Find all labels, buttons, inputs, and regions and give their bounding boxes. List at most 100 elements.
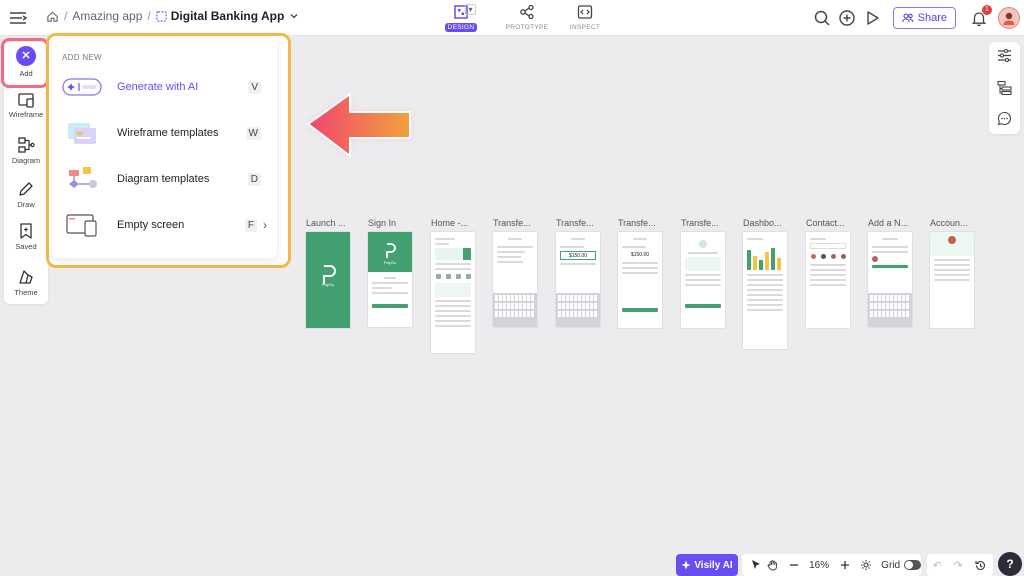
screen-label: Transfe... [681,218,719,228]
top-right-actions: Share 1 [806,0,1024,36]
diagram-templates-item[interactable]: Diagram templates D [62,164,267,194]
right-toolbar [989,42,1020,134]
share-button[interactable]: Share [892,7,956,29]
tool-saved[interactable]: Saved [4,222,48,251]
screen-label: Launch ... [306,218,346,228]
help-button[interactable]: ? [998,552,1022,576]
tool-label: Wireframe [8,110,44,119]
redo-icon[interactable]: ↷ [953,559,962,572]
breadcrumb-current[interactable]: Digital Banking App [171,9,285,23]
breadcrumb-parent[interactable]: Amazing app [72,9,142,23]
screen-transfer-2[interactable]: $150.00 [556,232,600,327]
bookmark-icon [20,223,32,239]
tool-draw[interactable]: Draw [4,180,48,209]
home-icon[interactable] [46,10,59,23]
tool-label: Draw [17,200,35,209]
diagram-icon [18,137,35,153]
code-icon [577,5,593,19]
tool-theme[interactable]: Theme [4,268,48,297]
tool-diagram[interactable]: Diagram [4,136,48,165]
screen-home[interactable] [431,232,475,353]
empty-screen-item[interactable]: Empty screen F › [62,210,267,240]
shortcut-key: D [247,172,261,186]
pencil-icon [19,182,33,196]
menu-icon[interactable] [8,8,28,28]
history-controls: ↶ ↷ [927,554,993,576]
screen-add-new[interactable] [868,232,912,327]
mode-label: DESIGN [444,23,478,32]
hand-icon[interactable] [765,557,780,573]
screen-transfer-4[interactable] [681,232,725,328]
chevron-down-icon[interactable] [289,11,299,21]
amount-display: $150.00 [560,251,596,260]
screen-label: Transfe... [618,218,656,228]
add-tool-highlight [1,38,49,88]
screen-label: Transfe... [556,218,594,228]
notifications[interactable]: 1 [970,5,992,27]
wireframe-templates-item[interactable]: Wireframe templates W [62,118,267,148]
wireframe-icon [18,93,34,108]
layers-icon[interactable] [997,80,1012,95]
wireframe-templates-icon [68,123,96,144]
grid-toggle[interactable] [904,560,921,570]
mode-inspect[interactable]: INSPECT [556,2,614,31]
app-logo-icon [386,243,396,258]
mode-label: PROTOTYPE [505,24,549,31]
item-label: Wireframe templates [117,127,219,139]
design-dropdown-icon[interactable]: ▾ [465,4,476,15]
screen-transfer-1[interactable] [493,232,537,327]
screen-label: Add a N... [868,218,909,228]
tool-label: Diagram [11,156,41,165]
panel-title: ADD NEW [62,53,102,62]
breadcrumb-separator: / [147,9,151,23]
mode-label: INSPECT [569,24,601,31]
chevron-right-icon[interactable]: › [263,218,267,232]
play-icon[interactable] [863,9,881,27]
ai-sparkle-icon [62,78,102,96]
shortcut-key: V [248,80,261,94]
shortcut-key: F [244,218,257,232]
zoom-in-icon[interactable] [837,557,852,573]
screen-contacts[interactable] [806,232,850,328]
shortcut-key: W [245,126,261,140]
history-icon[interactable] [974,559,987,572]
screen-account[interactable] [930,232,974,328]
screen-launch[interactable]: PayGo [306,232,350,328]
item-label: Generate with AI [117,81,199,93]
zoom-level[interactable]: 16% [809,560,829,571]
tool-label: Saved [15,242,37,251]
mode-design[interactable]: DESIGN [432,2,490,32]
breadcrumb-separator: / [64,9,68,23]
settings-icon[interactable] [858,557,873,573]
pointer-icon[interactable] [748,557,763,573]
generate-with-ai-item[interactable]: Generate with AI V [62,72,267,102]
screen-label: Sign In [368,218,397,228]
screen-label: Dashbo... [743,218,782,228]
diagram-templates-icon [69,167,97,188]
zoom-controls: 16% Grid [742,554,921,576]
screen-label: Home -... [431,218,469,228]
screen-sign-in[interactable]: PayGo [368,232,412,327]
app-name: PayGo [321,282,335,287]
screen-transfer-3[interactable]: $150.00 [618,232,662,328]
visily-ai-button[interactable]: Visily AI [676,554,738,576]
sparkle-icon [681,560,691,570]
add-circle-icon[interactable] [838,9,856,27]
users-icon [901,13,914,23]
app-name: PayGo [383,260,397,265]
screen-dashboard[interactable] [743,232,787,349]
zoom-out-icon[interactable] [786,557,801,573]
top-bar: / Amazing app / Digital Banking App DESI… [0,0,1024,36]
comment-icon[interactable] [997,111,1012,126]
prototype-icon [520,4,534,20]
tool-wireframe[interactable]: Wireframe [4,92,48,119]
mode-prototype[interactable]: PROTOTYPE [498,2,556,31]
undo-icon[interactable]: ↶ [933,559,942,572]
avatar[interactable] [998,7,1020,29]
search-icon[interactable] [813,9,831,27]
sliders-icon[interactable] [997,48,1012,63]
empty-screen-icon [66,214,97,237]
theme-icon [19,270,33,284]
annotation-arrow-icon [307,93,411,157]
mode-switcher: DESIGN PROTOTYPE INSPECT [432,2,614,32]
